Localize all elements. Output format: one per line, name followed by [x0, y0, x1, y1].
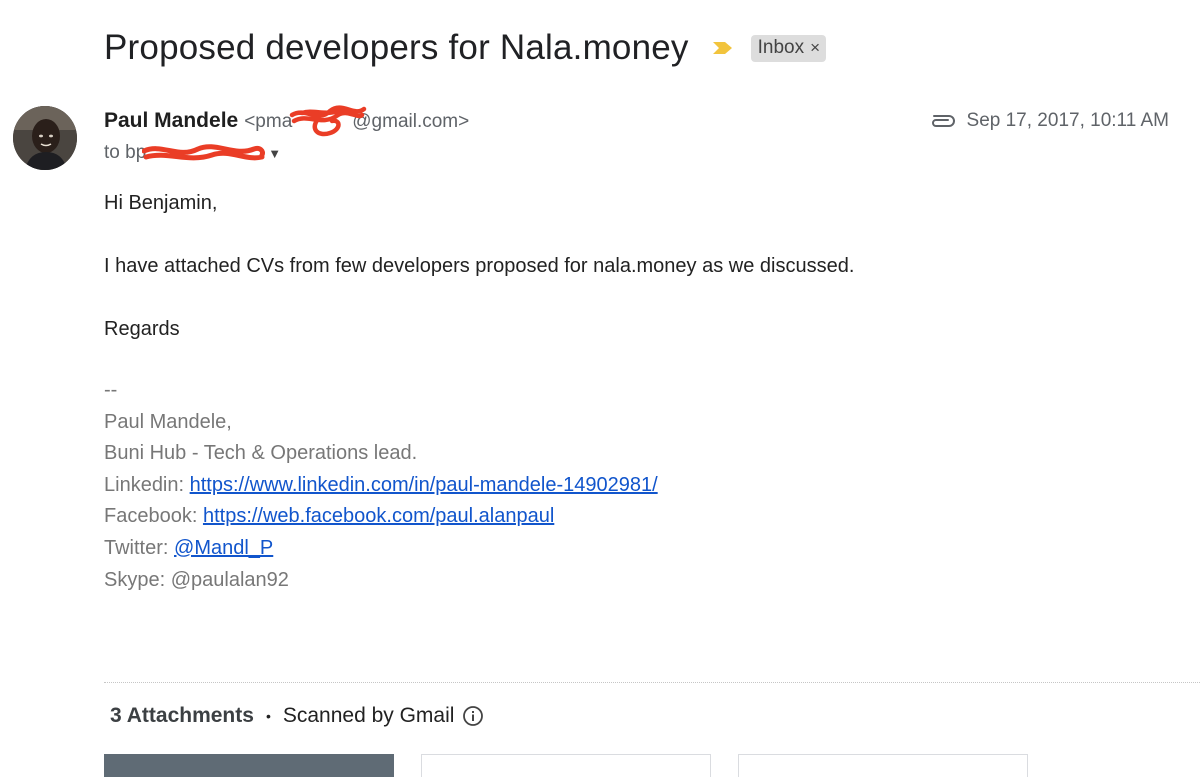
paperclip-icon [931, 115, 955, 127]
recipient-redaction-scribble [142, 144, 266, 161]
info-icon[interactable] [462, 705, 484, 727]
signature-separator: -- [104, 379, 118, 401]
sender-name[interactable]: Paul Mandele [104, 109, 238, 133]
label-chip-inbox: Inbox × [750, 34, 827, 62]
message-body: Hi Benjamin, I have attached CVs from fe… [104, 188, 854, 345]
remove-label-icon[interactable]: × [810, 38, 820, 58]
redacted-recipient [142, 143, 266, 163]
email-signature: -- Paul Mandele, Buni Hub - Tech & Opera… [104, 375, 658, 596]
closing-text: Regards [104, 318, 180, 340]
recipient-text: to bp [104, 142, 147, 163]
twitter-label: Twitter: [104, 536, 175, 559]
signature-role: Buni Hub - Tech & Operations lead. [104, 442, 418, 465]
body-paragraph: I have attached CVs from few developers … [104, 255, 855, 277]
signature-name: Paul Mandele, [104, 410, 232, 433]
sender-email[interactable]: <pma @gmail.com> [244, 105, 470, 137]
sender-email-prefix: <pma [244, 111, 293, 132]
show-details-dropdown-icon[interactable]: ▼ [268, 146, 281, 161]
facebook-link[interactable]: https://web.facebook.com/paul.alanpaul [203, 505, 554, 527]
email-view: Proposed developers for Nala.money Inbox… [0, 0, 1200, 777]
importance-marker-icon[interactable] [711, 36, 735, 60]
email-subject: Proposed developers for Nala.money [104, 28, 689, 67]
attachments-header: 3 Attachments • Scanned by Gmail [110, 704, 484, 728]
sender-line: Paul Mandele <pma @gmail.com> [104, 105, 470, 137]
label-chip-text: Inbox [757, 36, 805, 58]
linkedin-label: Linkedin: [104, 473, 190, 496]
signature-linkedin-row: Linkedin: https://www.linkedin.com/in/pa… [104, 470, 658, 502]
sender-avatar[interactable] [13, 106, 77, 170]
linkedin-link[interactable]: https://www.linkedin.com/in/paul-mandele… [190, 474, 658, 496]
twitter-link[interactable]: @Mandl_P [174, 537, 273, 559]
separator-dot: • [265, 708, 271, 724]
attachment-thumbnail-2[interactable] [421, 754, 711, 777]
avatar-photo [13, 106, 77, 170]
recipient-line: to bp ▼ [104, 142, 281, 164]
scanned-by-gmail-text: Scanned by Gmail [282, 704, 455, 727]
message-meta: Sep 17, 2017, 10:11 AM [927, 110, 1169, 132]
sender-email-suffix: @gmail.com> [352, 111, 470, 132]
facebook-label: Facebook: [104, 505, 203, 528]
signature-facebook-row: Facebook: https://web.facebook.com/paul.… [104, 501, 658, 533]
message-timestamp[interactable]: Sep 17, 2017, 10:11 AM [967, 110, 1169, 132]
signature-skype: Skype: @paulalan92 [104, 568, 289, 591]
signature-twitter-row: Twitter: @Mandl_P [104, 533, 658, 565]
attachments-count: 3 Attachments [110, 704, 254, 727]
attachment-thumbnail-1[interactable] [104, 754, 394, 777]
subject-row: Proposed developers for Nala.money Inbox… [104, 28, 827, 68]
attachment-thumbnail-3[interactable] [738, 754, 1028, 777]
attachments-divider [104, 682, 1200, 683]
greeting-text: Hi Benjamin, [104, 192, 218, 214]
